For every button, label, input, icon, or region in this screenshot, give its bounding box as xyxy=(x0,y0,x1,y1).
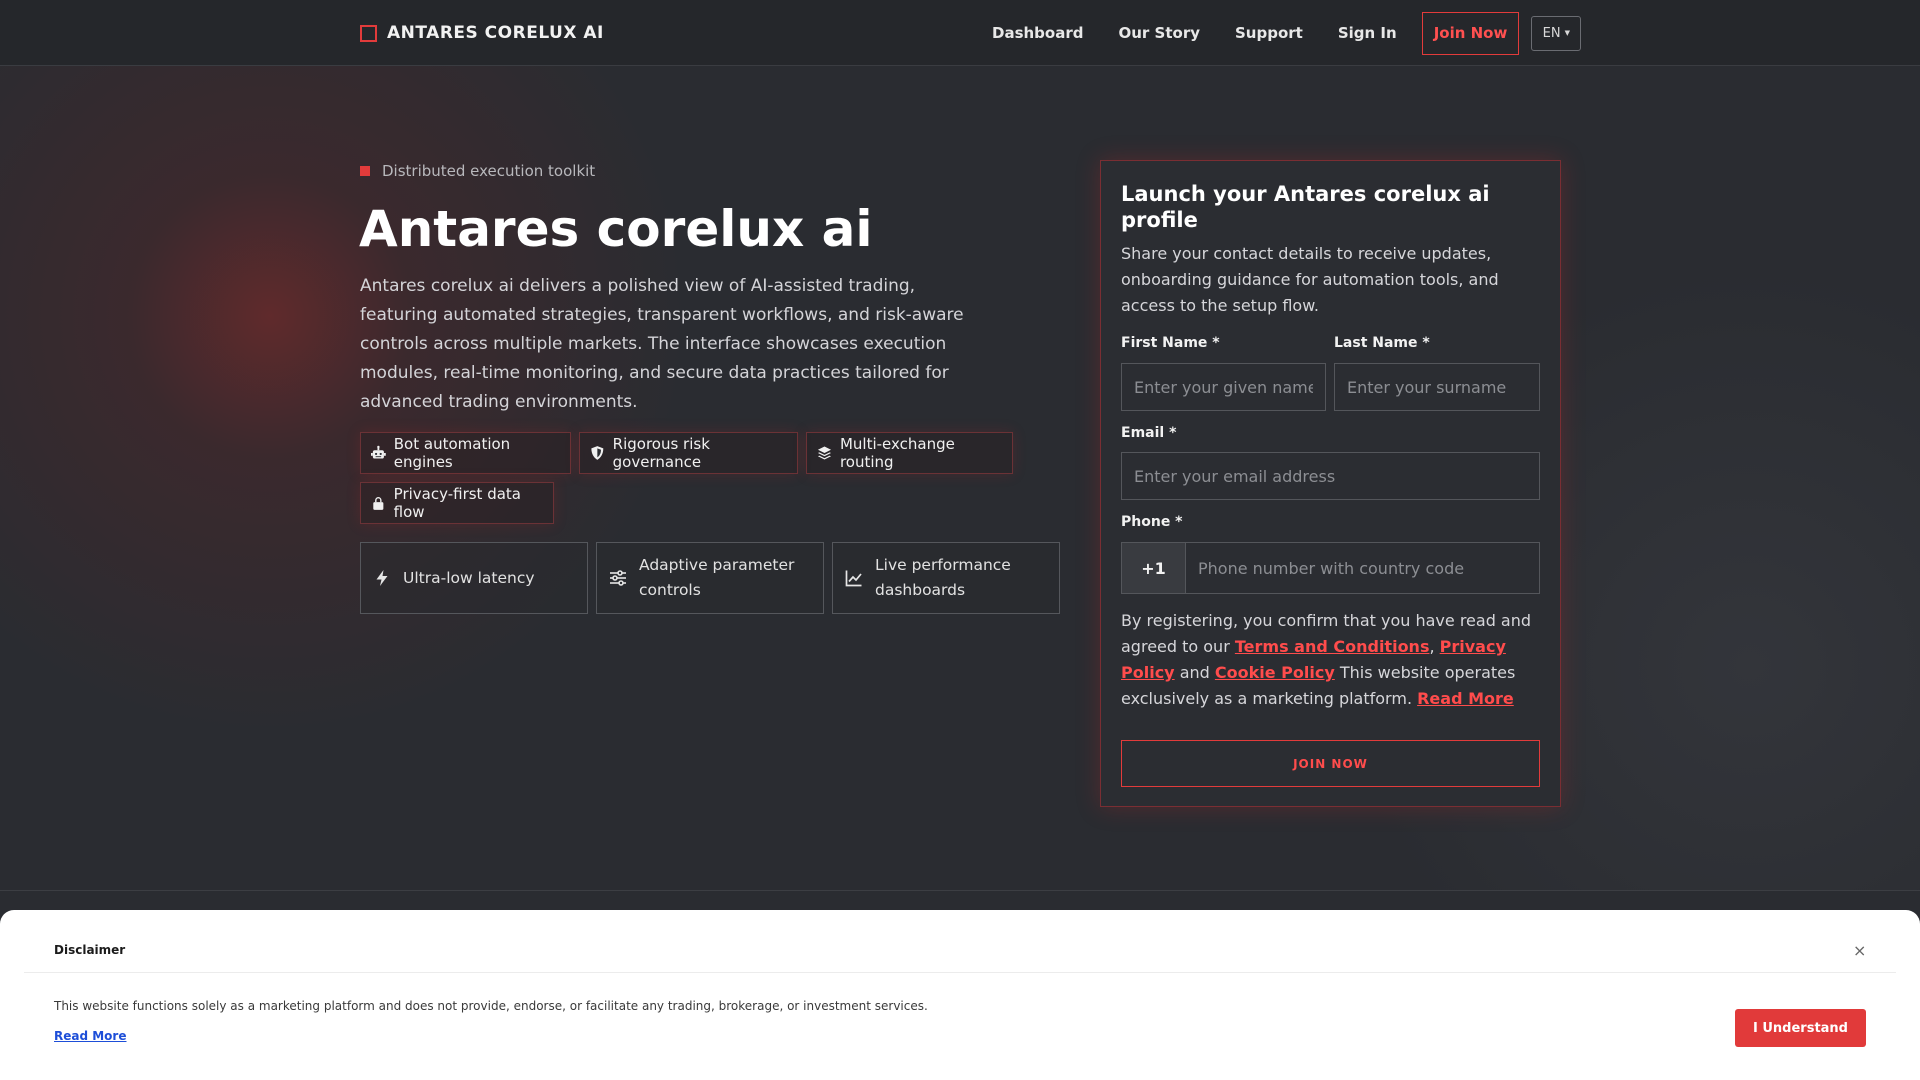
eyebrow-text: Distributed execution toolkit xyxy=(382,162,596,180)
brand-logo[interactable]: ANTARES CORELUX AI xyxy=(360,21,604,45)
consent-text: By registering, you confirm that you hav… xyxy=(1121,608,1546,712)
chip-multi-exchange: Multi-exchange routing xyxy=(806,432,1013,474)
language-code: EN xyxy=(1542,25,1561,41)
nav-join-button[interactable]: Join Now xyxy=(1421,11,1520,55)
consent-and: and xyxy=(1174,663,1215,682)
email-label: Email * xyxy=(1121,425,1177,441)
chip-label: Rigorous risk governance xyxy=(612,435,710,471)
feature-label: Adaptive parameter controls xyxy=(639,556,795,599)
email-input[interactable] xyxy=(1121,452,1540,500)
eyebrow-square-icon xyxy=(360,166,370,176)
chip-label: Privacy-first data flow xyxy=(393,485,521,521)
disclaimer-title: Disclaimer xyxy=(54,943,126,957)
disclaimer-divider xyxy=(24,972,1896,973)
signup-subtitle: Share your contact details to receive up… xyxy=(1121,244,1499,315)
chip-bot-automation: Bot automation engines xyxy=(360,432,571,474)
terms-link[interactable]: Terms and Conditions xyxy=(1235,637,1430,656)
language-selector[interactable]: EN ▼ xyxy=(1531,15,1582,51)
chip-privacy-first: Privacy-first data flow xyxy=(360,482,554,524)
bolt-icon xyxy=(376,570,388,586)
disclaimer-read-more-link[interactable]: Read More xyxy=(54,1029,127,1043)
chip-label: Multi-exchange routing xyxy=(839,435,955,471)
join-now-button[interactable]: JOIN NOW xyxy=(1121,740,1540,787)
nav-link-our-story[interactable]: Our Story xyxy=(1118,24,1200,42)
hero-description: Antares corelux ai delivers a polished v… xyxy=(360,276,964,412)
logo-square-icon xyxy=(360,24,377,42)
phone-label: Phone * xyxy=(1121,514,1183,530)
feature-label: Live performance dashboards xyxy=(875,556,1011,599)
feature-ultra-low-latency: Ultra-low latency xyxy=(360,542,588,614)
last-name-input[interactable] xyxy=(1334,363,1540,411)
disclaimer-text: This website functions solely as a marke… xyxy=(54,999,928,1013)
caret-down-icon: ▼ xyxy=(1564,29,1571,37)
top-nav: ANTARES CORELUX AI Dashboard Our Story S… xyxy=(0,0,1920,66)
sliders-icon xyxy=(610,570,626,586)
layers-icon xyxy=(817,446,832,460)
shield-icon xyxy=(591,446,604,460)
feature-label: Ultra-low latency xyxy=(403,568,535,587)
nav-links: Dashboard Our Story Support Sign In Join… xyxy=(992,11,1582,55)
brand-name: ANTARES CORELUX AI xyxy=(387,23,604,43)
hero-eyebrow: Distributed execution toolkit xyxy=(360,162,595,180)
hero-background xyxy=(0,66,1920,891)
chip-label: Bot automation engines xyxy=(393,435,511,471)
cookie-link[interactable]: Cookie Policy xyxy=(1215,663,1335,682)
lock-icon xyxy=(373,497,384,510)
nav-link-dashboard[interactable]: Dashboard xyxy=(992,24,1083,42)
robot-icon xyxy=(371,445,386,459)
first-name-input[interactable] xyxy=(1121,363,1326,411)
feature-adaptive-controls: Adaptive parameter controls xyxy=(596,542,824,614)
consent-comma: , xyxy=(1429,637,1440,656)
last-name-label: Last Name * xyxy=(1334,335,1430,351)
disclaimer-banner: Disclaimer × This website functions sole… xyxy=(0,910,1920,1080)
phone-input[interactable] xyxy=(1185,542,1540,594)
phone-country-code[interactable]: +1 xyxy=(1121,542,1186,594)
feature-live-dashboards: Live performance dashboards xyxy=(832,542,1060,614)
read-more-link[interactable]: Read More xyxy=(1417,689,1514,708)
chart-line-icon xyxy=(845,570,862,587)
chip-risk-governance: Rigorous risk governance xyxy=(579,432,798,474)
section-divider xyxy=(0,890,1920,891)
i-understand-button[interactable]: I Understand xyxy=(1735,1009,1866,1047)
first-name-label: First Name * xyxy=(1121,335,1220,351)
hero-title: Antares corelux ai xyxy=(359,200,873,258)
signup-title: Launch your Antares corelux ai profile xyxy=(1121,182,1490,232)
nav-link-support[interactable]: Support xyxy=(1235,24,1303,42)
close-icon[interactable]: × xyxy=(1853,941,1866,960)
nav-link-sign-in[interactable]: Sign In xyxy=(1338,24,1397,42)
signup-card: Launch your Antares corelux ai profile S… xyxy=(1100,160,1561,807)
